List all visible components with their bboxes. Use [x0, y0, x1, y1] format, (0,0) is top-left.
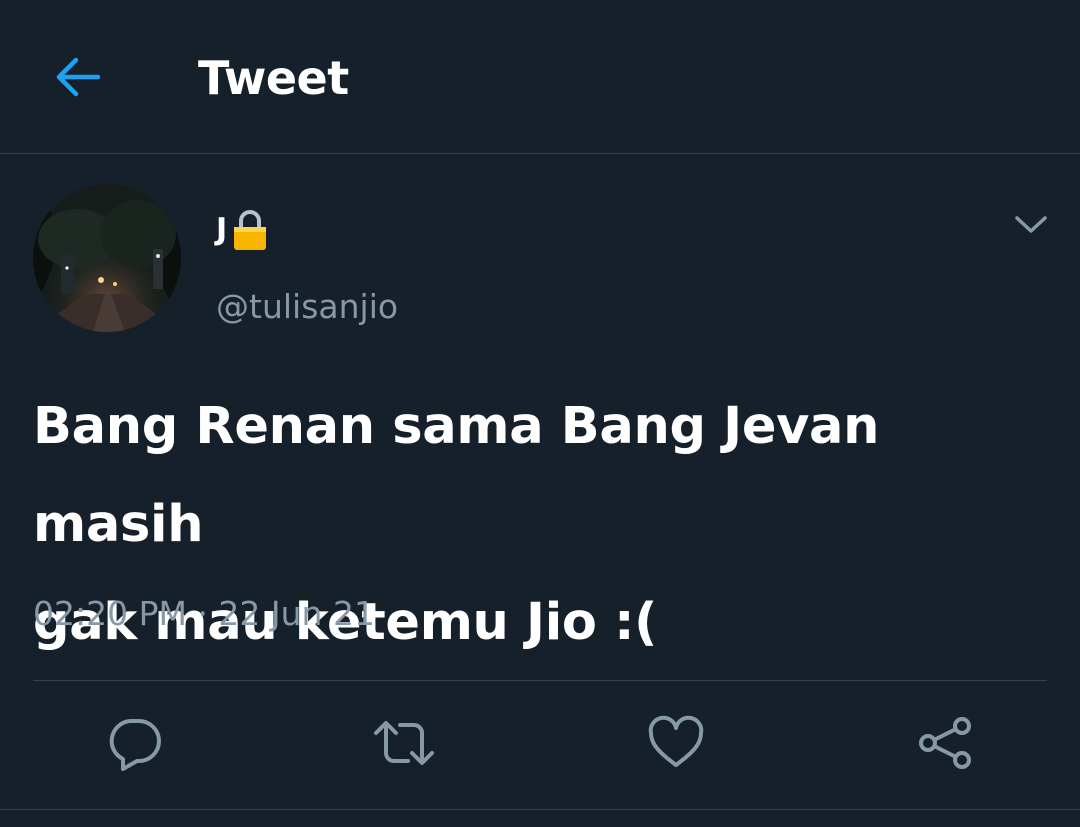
page-title: Tweet — [198, 51, 349, 105]
more-options-button[interactable] — [1008, 204, 1054, 246]
share-icon — [919, 717, 971, 769]
retweet-button[interactable] — [372, 711, 436, 775]
tweet-text-line: Bang Renan sama Bang Jevan masih — [33, 397, 880, 554]
reply-icon — [109, 719, 161, 771]
top-app-bar: Tweet — [0, 0, 1080, 154]
action-bar — [0, 681, 1080, 810]
tweet-timestamp: 02:20 PM · 22 Jun 21 — [33, 594, 375, 633]
author-display-name[interactable]: J — [216, 208, 269, 252]
avatar[interactable] — [33, 184, 181, 332]
like-button[interactable] — [644, 711, 708, 775]
retweet-icon — [374, 721, 434, 765]
back-button[interactable] — [44, 46, 110, 108]
like-icon — [648, 715, 704, 767]
chevron-down-icon — [1015, 216, 1047, 233]
share-button[interactable] — [913, 711, 977, 775]
display-name-text: J — [216, 212, 228, 247]
author-handle[interactable]: @tulisanjio — [216, 286, 398, 328]
lock-icon — [231, 208, 269, 252]
reply-button[interactable] — [103, 711, 167, 775]
arrow-left-icon — [56, 57, 101, 97]
